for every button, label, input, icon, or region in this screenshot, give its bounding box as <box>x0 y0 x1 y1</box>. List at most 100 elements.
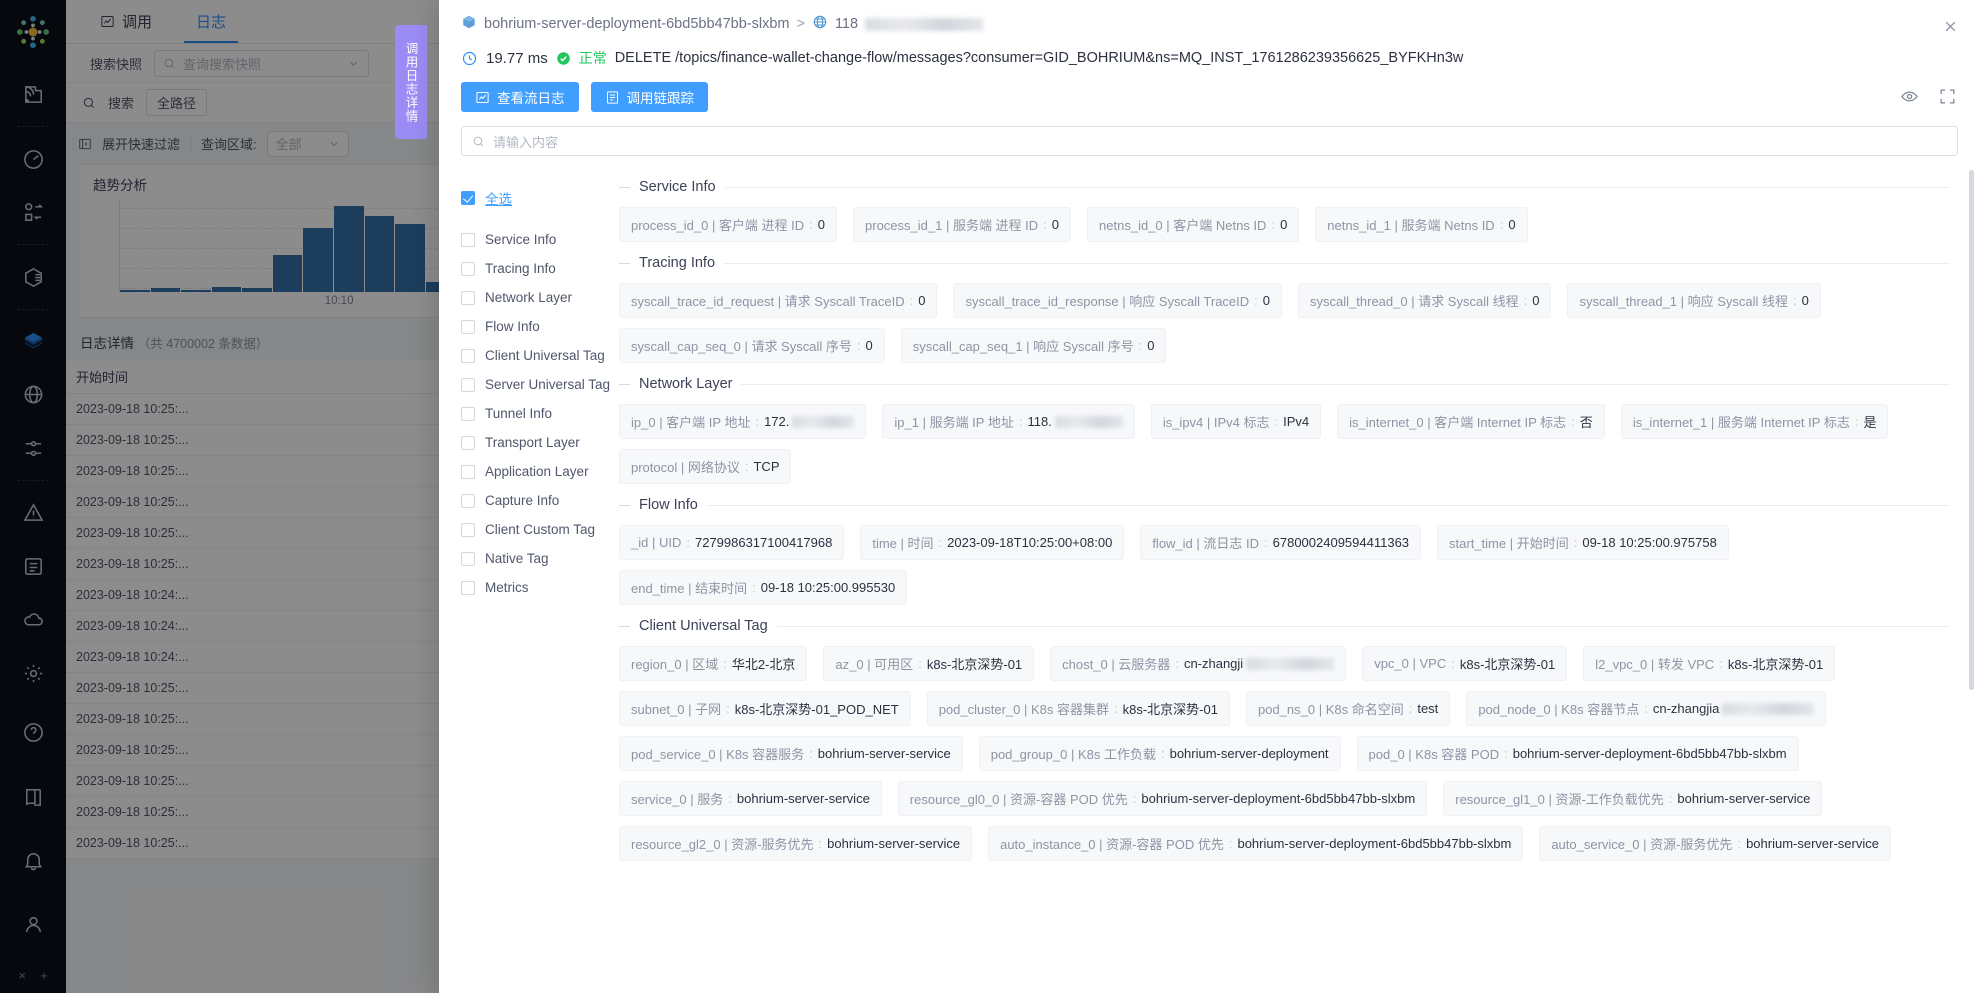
chip-value: bohrium-server-service <box>818 746 951 761</box>
field-group-checkbox-全选[interactable]: 全选 <box>461 188 611 208</box>
field-chip[interactable]: pod_group_0 | K8s 工作负载:bohrium-server-de… <box>979 736 1341 771</box>
collapse-dash-icon[interactable] <box>619 505 630 506</box>
chip-group: _id | UID:7279986317100417968 time | 时间:2… <box>619 525 1950 605</box>
checkbox-box[interactable] <box>461 581 475 595</box>
eye-icon[interactable] <box>1900 87 1920 107</box>
chip-value: 0 <box>1052 217 1059 232</box>
checkbox-label: 全选 <box>485 188 512 208</box>
drawer-header: bohrium-server-deployment-6bd5bb47bb-slx… <box>439 0 1980 34</box>
field-chip[interactable]: chost_0 | 云服务器:cn-zhangji <box>1050 646 1346 681</box>
field-group-checkbox-tunnel-info[interactable]: Tunnel Info <box>461 406 611 421</box>
field-chip[interactable]: region_0 | 区域:华北2-北京 <box>619 646 807 681</box>
field-chip[interactable]: is_ipv4 | IPv4 标志:IPv4 <box>1151 404 1321 439</box>
field-chip[interactable]: auto_service_0 | 资源-服务优先:bohrium-server-… <box>1539 826 1891 861</box>
field-group-checkbox-client-universal-tag[interactable]: Client Universal Tag <box>461 348 611 363</box>
drawer-side-handle[interactable]: 调用日志详情 <box>395 25 427 139</box>
chip-value: 7279986317100417968 <box>695 535 832 550</box>
field-chip[interactable]: resource_gl0_0 | 资源-容器 POD 优先:bohrium-se… <box>898 781 1427 816</box>
checkbox-box[interactable] <box>461 494 475 508</box>
chip-key: is_ipv4 | IPv4 标志 <box>1163 412 1270 431</box>
close-icon[interactable] <box>1938 14 1962 38</box>
field-chip[interactable]: netns_id_1 | 服务端 Netns ID:0 <box>1315 207 1527 242</box>
masked-value <box>1722 703 1814 715</box>
chip-group: ip_0 | 客户端 IP 地址:172. ip_1 | 服务端 IP 地址:11… <box>619 404 1950 484</box>
collapse-dash-icon[interactable] <box>619 626 630 627</box>
scrollbar[interactable] <box>1972 170 1977 993</box>
field-chip[interactable]: time | 时间:2023-09-18T10:25:00+08:00 <box>860 525 1124 560</box>
chip-key: resource_gl0_0 | 资源-容器 POD 优先 <box>910 789 1128 808</box>
field-chip[interactable]: syscall_trace_id_response | 响应 Syscall T… <box>953 283 1282 318</box>
checkbox-box[interactable] <box>461 523 475 537</box>
field-chip[interactable]: auto_instance_0 | 资源-容器 POD 优先:bohrium-s… <box>988 826 1523 861</box>
field-group-checkbox-service-info[interactable]: Service Info <box>461 232 611 247</box>
field-chip[interactable]: l2_vpc_0 | 转发 VPC:k8s-北京深势-01 <box>1583 646 1835 681</box>
chip-value: 09-18 10:25:00.995530 <box>761 580 895 595</box>
field-chip[interactable]: ip_1 | 服务端 IP 地址:118. <box>882 404 1134 439</box>
checkbox-box[interactable] <box>461 436 475 450</box>
field-group-checkbox-server-universal-tag[interactable]: Server Universal Tag <box>461 377 611 392</box>
breadcrumb-pod[interactable]: bohrium-server-deployment-6bd5bb47bb-slx… <box>484 16 789 32</box>
field-chip[interactable]: syscall_trace_id_request | 请求 Syscall Tr… <box>619 283 937 318</box>
field-group-checkbox-flow-info[interactable]: Flow Info <box>461 319 611 334</box>
field-chip[interactable]: flow_id | 流日志 ID:6780002409594411363 <box>1140 525 1421 560</box>
checkbox-box[interactable] <box>461 465 475 479</box>
field-group-checkbox-capture-info[interactable]: Capture Info <box>461 493 611 508</box>
checkbox-box[interactable] <box>461 349 475 363</box>
drawer-body: 全选 Service Info Tracing Info Network Layer F… <box>439 170 1980 993</box>
field-chip[interactable]: protocol | 网络协议:TCP <box>619 449 791 484</box>
field-group-checkbox-metrics[interactable]: Metrics <box>461 580 611 595</box>
collapse-dash-icon[interactable] <box>619 263 630 264</box>
field-chip[interactable]: start_time | 开始时间:09-18 10:25:00.975758 <box>1437 525 1729 560</box>
checkbox-box[interactable] <box>461 407 475 421</box>
field-chip[interactable]: pod_0 | K8s 容器 POD:bohrium-server-deploy… <box>1357 736 1799 771</box>
expand-icon[interactable] <box>1938 87 1958 107</box>
search-input[interactable]: 请输入内容 <box>461 126 1958 156</box>
checkbox-box[interactable] <box>461 262 475 276</box>
field-chip[interactable]: pod_service_0 | K8s 容器服务:bohrium-server-… <box>619 736 963 771</box>
field-chip[interactable]: vpc_0 | VPC:k8s-北京深势-01 <box>1362 646 1567 681</box>
field-chip[interactable]: subnet_0 | 子网:k8s-北京深势-01_POD_NET <box>619 691 911 726</box>
field-group-checkbox-tracing-info[interactable]: Tracing Info <box>461 261 611 276</box>
field-chip[interactable]: process_id_1 | 服务端 进程 ID:0 <box>853 207 1071 242</box>
field-chip[interactable]: syscall_cap_seq_1 | 响应 Syscall 序号:0 <box>901 328 1167 363</box>
field-chip[interactable]: service_0 | 服务:bohrium-server-service <box>619 781 882 816</box>
field-chip[interactable]: pod_node_0 | K8s 容器节点:cn-zhangjia <box>1466 691 1826 726</box>
field-chip[interactable]: pod_ns_0 | K8s 命名空间:test <box>1246 691 1450 726</box>
field-group-checkbox-application-layer[interactable]: Application Layer <box>461 464 611 479</box>
collapse-dash-icon[interactable] <box>619 187 630 188</box>
field-group-checkbox-network-layer[interactable]: Network Layer <box>461 290 611 305</box>
field-sections: Service Infoprocess_id_0 | 客户端 进程 ID:0pr… <box>611 170 1980 993</box>
view-flow-log-button[interactable]: 查看流日志 <box>461 82 579 112</box>
checkbox-box[interactable] <box>461 378 475 392</box>
field-group-checkbox-client-custom-tag[interactable]: Client Custom Tag <box>461 522 611 537</box>
field-chip[interactable]: is_internet_0 | 客户端 Internet IP 标志:否 <box>1337 404 1605 439</box>
checkbox-box[interactable] <box>461 233 475 247</box>
field-chip[interactable]: syscall_cap_seq_0 | 请求 Syscall 序号:0 <box>619 328 885 363</box>
section-header: Client Universal Tag <box>619 609 1950 646</box>
collapse-dash-icon[interactable] <box>619 384 630 385</box>
field-chip[interactable]: pod_cluster_0 | K8s 容器集群:k8s-北京深势-01 <box>927 691 1230 726</box>
checkbox-box[interactable] <box>461 320 475 334</box>
field-chip[interactable]: resource_gl1_0 | 资源-工作负载优先:bohrium-serve… <box>1443 781 1822 816</box>
field-chip[interactable]: _id | UID:7279986317100417968 <box>619 525 844 560</box>
checkbox-box[interactable] <box>461 191 475 205</box>
field-section: Network Layerip_0 | 客户端 IP 地址:172.ip_1 |… <box>619 367 1950 484</box>
field-chip[interactable]: az_0 | 可用区:k8s-北京深势-01 <box>823 646 1034 681</box>
field-chip[interactable]: netns_id_0 | 客户端 Netns ID:0 <box>1087 207 1299 242</box>
checkbox-box[interactable] <box>461 552 475 566</box>
field-chip[interactable]: resource_gl2_0 | 资源-服务优先:bohrium-server-… <box>619 826 972 861</box>
chip-key: region_0 | 区域 <box>631 654 718 673</box>
checkbox-box[interactable] <box>461 291 475 305</box>
trace-chain-button[interactable]: 调用链跟踪 <box>591 82 709 112</box>
field-chip[interactable]: syscall_thread_0 | 请求 Syscall 线程:0 <box>1298 283 1551 318</box>
field-chip[interactable]: is_internet_1 | 服务端 Internet IP 标志:是 <box>1621 404 1889 439</box>
chip-key: netns_id_0 | 客户端 Netns ID <box>1099 215 1266 234</box>
breadcrumb-ip[interactable]: 118 <box>835 16 858 32</box>
field-chip[interactable]: syscall_thread_1 | 响应 Syscall 线程:0 <box>1567 283 1820 318</box>
field-chip[interactable]: ip_0 | 客户端 IP 地址:172. <box>619 404 866 439</box>
field-group-checkbox-transport-layer[interactable]: Transport Layer <box>461 435 611 450</box>
field-chip[interactable]: process_id_0 | 客户端 进程 ID:0 <box>619 207 837 242</box>
field-chip[interactable]: end_time | 结束时间:09-18 10:25:00.995530 <box>619 570 907 605</box>
chip-value: 0 <box>1280 217 1287 232</box>
field-group-checkbox-native-tag[interactable]: Native Tag <box>461 551 611 566</box>
